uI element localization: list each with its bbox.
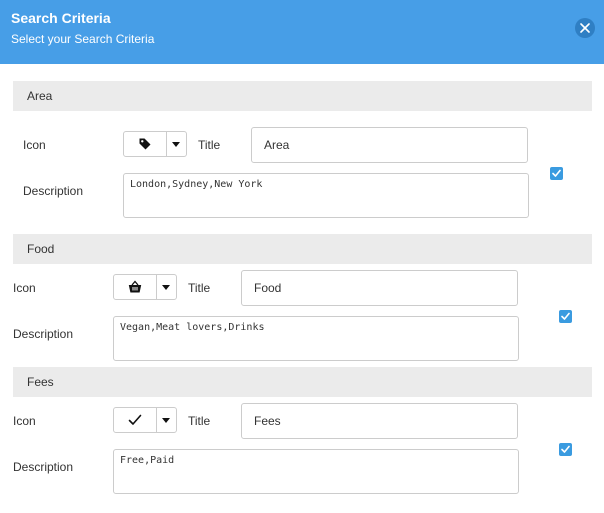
icon-picker-dropdown[interactable] <box>166 132 186 156</box>
title-label: Title <box>188 414 211 428</box>
icon-label: Icon <box>13 414 36 428</box>
close-button[interactable] <box>575 18 595 38</box>
description-label: Description <box>23 184 84 198</box>
icon-picker-button[interactable] <box>114 408 157 432</box>
close-x-icon <box>580 23 590 33</box>
icon-label: Icon <box>23 138 46 152</box>
description-textarea[interactable]: Vegan,Meat lovers,Drinks <box>113 316 519 361</box>
icon-picker-dropdown[interactable] <box>156 275 176 299</box>
caret-down-icon <box>162 285 170 290</box>
description-label: Description <box>13 460 74 474</box>
section-title: Fees <box>27 375 54 389</box>
enable-checkbox[interactable] <box>559 443 572 456</box>
description-textarea[interactable]: London,Sydney,New York <box>123 173 529 218</box>
title-input[interactable] <box>241 270 518 306</box>
icon-label: Icon <box>13 281 36 295</box>
enable-checkbox[interactable] <box>559 310 572 323</box>
checkmark-icon <box>552 169 561 177</box>
section-header: Fees <box>13 367 592 397</box>
title-input[interactable] <box>251 127 528 163</box>
dialog-subtitle: Select your Search Criteria <box>11 32 155 46</box>
caret-down-icon <box>162 418 170 423</box>
icon-picker[interactable] <box>113 407 177 433</box>
checkmark-icon <box>128 414 142 425</box>
shopping-basket-icon <box>128 280 142 293</box>
icon-picker[interactable] <box>113 274 177 300</box>
title-input[interactable] <box>241 403 518 439</box>
description-label: Description <box>13 327 74 341</box>
section-title: Food <box>27 242 55 256</box>
section-title: Area <box>27 89 53 103</box>
icon-picker[interactable] <box>123 131 187 157</box>
section-header: Area <box>13 81 592 111</box>
title-label: Title <box>188 281 211 295</box>
checkmark-icon <box>561 312 570 320</box>
icon-picker-button[interactable] <box>114 275 157 299</box>
description-textarea[interactable]: Free,Paid <box>113 449 519 494</box>
icon-picker-dropdown[interactable] <box>156 408 176 432</box>
section-header: Food <box>13 234 592 264</box>
dialog-header: Search Criteria Select your Search Crite… <box>0 0 604 64</box>
checkmark-icon <box>561 445 570 453</box>
enable-checkbox[interactable] <box>550 167 563 180</box>
caret-down-icon <box>172 142 180 147</box>
dialog-title: Search Criteria <box>11 10 111 26</box>
title-label: Title <box>198 138 221 152</box>
tag-icon <box>139 138 151 150</box>
icon-picker-button[interactable] <box>124 132 167 156</box>
